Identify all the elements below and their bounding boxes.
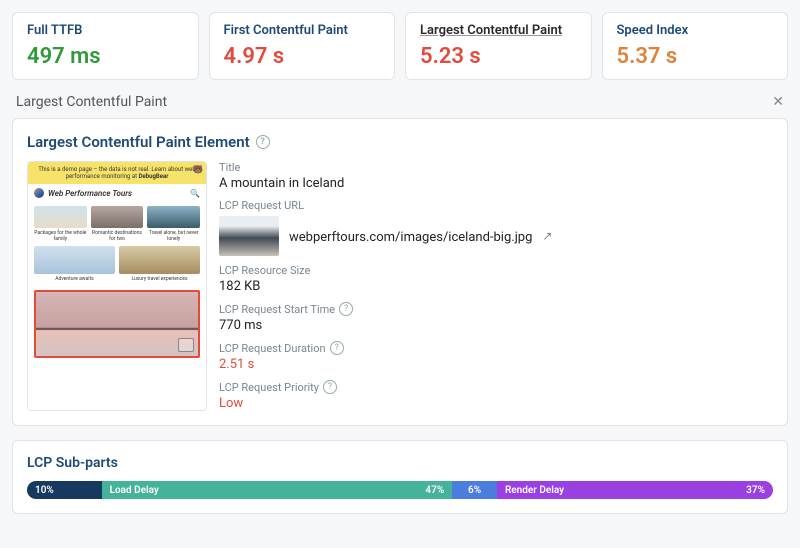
metric-label: Full TTFB [27, 23, 184, 38]
subparts-title: LCP Sub-parts [27, 455, 773, 471]
banner-brand: DebugBear [139, 173, 169, 180]
url-value[interactable]: webperftours.com/images/iceland-big.jpg [289, 230, 532, 245]
subpart-load-time[interactable]: 6% [452, 481, 497, 499]
seg-pct: 6% [468, 485, 481, 496]
lcp-subparts-panel: LCP Sub-parts 10% Load Delay 47% 6% Rend… [12, 440, 788, 514]
seg-pct: 37% [746, 485, 765, 496]
bear-icon: 🐻 [193, 165, 203, 175]
subpart-ttfb[interactable]: 10% [27, 481, 102, 499]
seg-pct: 10% [35, 485, 54, 496]
preview-banner: This is a demo page – the data is not re… [28, 162, 206, 184]
size-label: LCP Resource Size [219, 264, 552, 277]
seg-label: Render Delay [505, 485, 564, 496]
panel-title: Largest Contentful Paint Element ? [27, 133, 773, 151]
metric-value: 5.37 s [617, 44, 774, 69]
metric-value: 4.97 s [224, 44, 381, 69]
close-icon[interactable]: ✕ [772, 94, 784, 110]
preview-card: Packages for the whole family [34, 206, 87, 242]
url-row: webperftours.com/images/iceland-big.jpg … [219, 216, 552, 256]
title-label: Title [219, 161, 552, 174]
duration-label: LCP Request Duration? [219, 341, 552, 355]
help-icon[interactable]: ? [323, 380, 337, 394]
url-thumbnail [219, 216, 279, 256]
subpart-render-delay[interactable]: Render Delay 37% [497, 481, 773, 499]
metric-value: 497 ms [27, 44, 184, 69]
search-icon: 🔍 [190, 189, 200, 199]
preview-site-header: Web Performance Tours 🔍 [28, 184, 206, 202]
subpart-load-delay[interactable]: Load Delay 47% [102, 481, 453, 499]
preview-thumbs-row1: Packages for the whole family Romantic d… [28, 202, 206, 246]
seg-pct: 47% [425, 485, 444, 496]
size-value: 182 KB [219, 279, 552, 294]
metric-full-ttfb[interactable]: Full TTFB 497 ms [12, 12, 199, 80]
preview-thumbs-row2: Adventure awaits Luxury travel experienc… [28, 246, 206, 286]
seg-label: Load Delay [110, 485, 159, 496]
start-label: LCP Request Start Time? [219, 302, 552, 316]
metric-label: First Contentful Paint [224, 23, 381, 38]
metrics-row: Full TTFB 497 ms First Contentful Paint … [12, 12, 788, 80]
lcp-page-preview: This is a demo page – the data is not re… [27, 161, 207, 411]
section-header: Largest Contentful Paint ✕ [16, 94, 784, 110]
priority-value: Low [219, 396, 552, 411]
metric-value: 5.23 s [420, 44, 577, 69]
duration-value: 2.51 s [219, 357, 552, 372]
priority-label: LCP Request Priority? [219, 380, 552, 394]
help-icon[interactable]: ? [339, 302, 353, 316]
start-value: 770 ms [219, 318, 552, 333]
preview-card: Adventure awaits [34, 246, 115, 282]
subparts-bar: 10% Load Delay 47% 6% Render Delay 37% [27, 481, 773, 499]
metric-lcp[interactable]: Largest Contentful Paint 5.23 s [405, 12, 592, 80]
url-label: LCP Request URL [219, 199, 552, 212]
banner-text: This is a demo page – the data is not re… [38, 166, 195, 180]
preview-lcp-highlight [34, 290, 200, 358]
logo-icon [34, 188, 44, 198]
metric-speed-index[interactable]: Speed Index 5.37 s [602, 12, 789, 80]
external-link-icon[interactable]: ↗ [542, 229, 552, 243]
metric-label: Speed Index [617, 23, 774, 38]
help-icon[interactable]: ? [256, 135, 270, 149]
preview-card: Travel alone, but never lonely [147, 206, 200, 242]
metric-fcp[interactable]: First Contentful Paint 4.97 s [209, 12, 396, 80]
title-value: A mountain in Iceland [219, 176, 552, 191]
panel-title-text: Largest Contentful Paint Element [27, 133, 250, 151]
help-icon[interactable]: ? [330, 341, 344, 355]
lcp-details: Title A mountain in Iceland LCP Request … [219, 161, 552, 411]
preview-card: Luxury travel experiences [119, 246, 200, 282]
metric-label: Largest Contentful Paint [420, 23, 577, 38]
site-name: Web Performance Tours [48, 189, 132, 199]
lcp-element-panel: Largest Contentful Paint Element ? This … [12, 118, 788, 426]
preview-card: Romantic destinations for two [91, 206, 144, 242]
section-title: Largest Contentful Paint [16, 94, 167, 110]
